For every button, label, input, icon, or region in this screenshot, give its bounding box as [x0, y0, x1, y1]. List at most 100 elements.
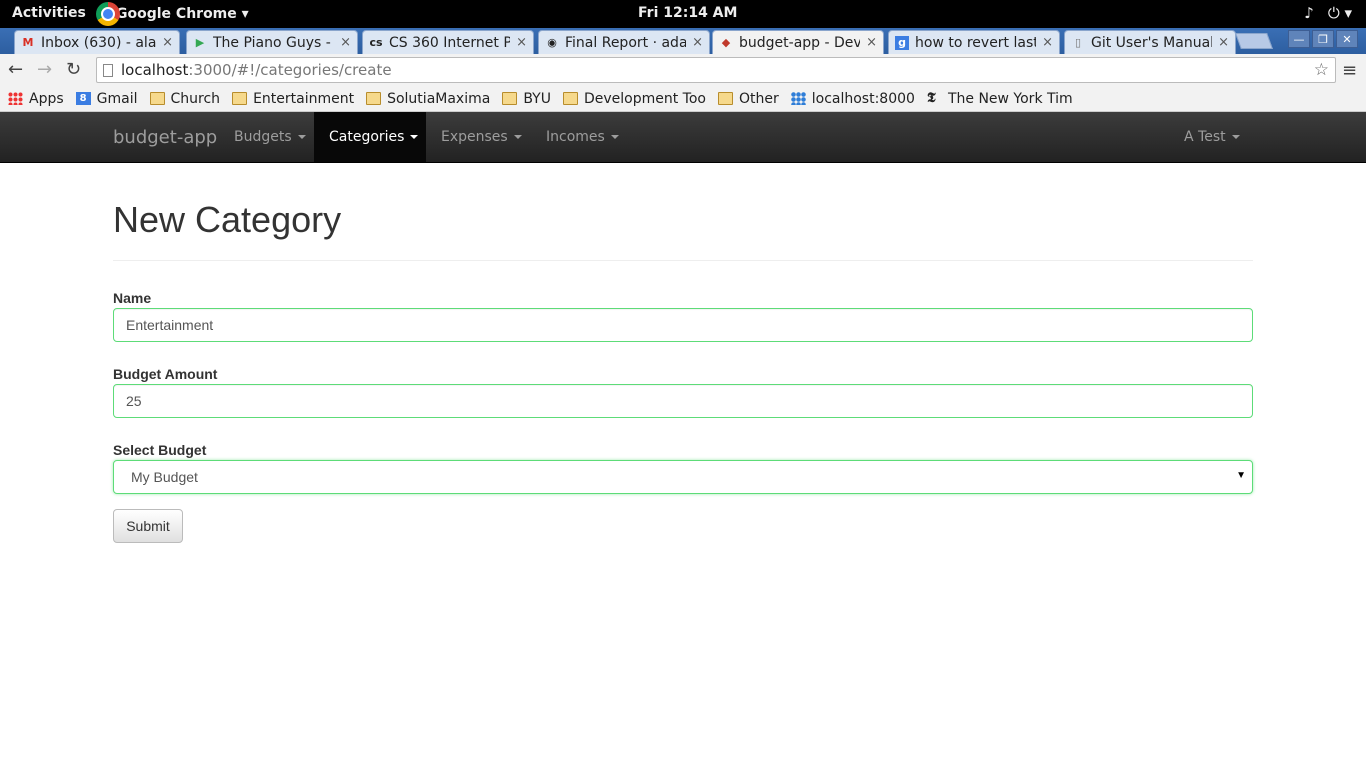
tab-gmail-inbox[interactable]: M Inbox (630) - alan × — [14, 30, 180, 54]
tab-close-icon[interactable]: × — [340, 35, 351, 50]
nav-label: Expenses — [441, 129, 508, 145]
page-header: New Category — [113, 199, 1253, 261]
bookmark-label: localhost:8000 — [811, 90, 915, 107]
bookmark-label: Apps — [29, 90, 64, 107]
nav-expenses-dropdown[interactable]: Expenses — [426, 112, 537, 162]
name-input[interactable]: Entertainment — [113, 308, 1253, 342]
clock[interactable]: Fri 12:14 AM — [638, 5, 737, 21]
tab-budget-app[interactable]: ◆ budget-app - Deve × — [712, 30, 884, 54]
navbar-brand[interactable]: budget-app — [113, 127, 217, 148]
tab-close-icon[interactable]: × — [1042, 35, 1053, 50]
back-arrow-icon[interactable]: ← — [8, 59, 23, 80]
power-icon[interactable]: ⏻ ▾ — [1328, 4, 1352, 22]
caret-down-icon — [610, 135, 619, 139]
budget-amount-label: Budget Amount — [113, 366, 218, 382]
tab-how-to-revert[interactable]: g how to revert last × — [888, 30, 1060, 54]
bookmarks-bar: Apps 8 Gmail Church Entertainment Solutia… — [0, 86, 1366, 112]
tab-cs360[interactable]: cs CS 360 Internet P × — [362, 30, 534, 54]
bookmark-star-icon[interactable]: ☆ — [1314, 60, 1329, 80]
tab-title: Git User's Manual — [1091, 34, 1213, 51]
bookmark-folder-byu[interactable]: BYU — [502, 91, 551, 107]
bookmark-nytimes[interactable]: 𝕿 The New York Tim — [927, 91, 1073, 107]
url-host: localhost — [121, 61, 189, 79]
folder-icon — [149, 92, 165, 105]
tab-close-icon[interactable]: × — [516, 35, 527, 50]
activities-button[interactable]: Activities — [12, 5, 86, 21]
maximize-icon[interactable]: ❐ — [1312, 30, 1334, 48]
dropdown-arrow-icon: ▼ — [1236, 470, 1246, 481]
bookmark-label: BYU — [523, 90, 551, 107]
gmail-favicon-icon: M — [22, 36, 34, 49]
page-favicon-icon: ▯ — [1074, 36, 1082, 49]
google-favicon-icon: g — [895, 35, 909, 50]
bookmark-folder-church[interactable]: Church — [149, 90, 221, 107]
caret-down-icon — [410, 135, 419, 139]
tab-git-manual[interactable]: ▯ Git User's Manual × — [1064, 30, 1236, 54]
nav-incomes-dropdown[interactable]: Incomes — [531, 112, 634, 162]
forward-arrow-icon[interactable]: → — [37, 59, 52, 80]
minimize-icon[interactable]: — — [1288, 30, 1310, 48]
bookmark-folder-entertainment[interactable]: Entertainment — [232, 91, 354, 107]
play-store-favicon-icon: ▶ — [195, 36, 205, 49]
tab-close-icon[interactable]: × — [162, 35, 173, 50]
address-bar[interactable]: localhost:3000/#!/categories/create ☆ — [96, 57, 1336, 83]
chrome-logo-icon — [96, 2, 120, 26]
system-top-bar: Activities Google Chrome ▾ Fri 12:14 AM … — [0, 0, 1366, 28]
chrome-menu-icon[interactable]: ≡ — [1342, 60, 1357, 81]
bookmark-folder-other[interactable]: Other — [717, 90, 779, 107]
caret-down-icon — [513, 135, 522, 139]
user-menu-dropdown[interactable]: A Test — [1169, 112, 1255, 162]
app-menu-label: Google Chrome ▾ — [116, 6, 249, 22]
window-controls: — ❐ ✕ — [1288, 30, 1358, 48]
dots-icon — [790, 92, 806, 105]
tab-title: Inbox (630) - alan — [41, 34, 157, 51]
caret-down-icon — [1231, 135, 1240, 139]
bookmark-folder-solutiamaxima[interactable]: SolutiaMaxima — [366, 91, 490, 107]
shield-favicon-icon: ◆ — [721, 36, 731, 49]
bookmark-apps[interactable]: Apps — [8, 91, 64, 107]
github-favicon-icon: ◉ — [547, 36, 557, 49]
app-navbar: budget-app Budgets Categories Expenses I… — [0, 112, 1366, 163]
tab-final-report[interactable]: ◉ Final Report · aday × — [538, 30, 710, 54]
bookmark-label: Gmail — [96, 90, 138, 107]
app-menu[interactable]: Google Chrome ▾ — [96, 0, 249, 28]
select-budget-dropdown[interactable]: My Budget ▼ — [113, 460, 1253, 494]
page-icon — [103, 63, 113, 77]
nyt-logo-icon: 𝕿 — [926, 90, 936, 106]
tab-title: The Piano Guys - A — [213, 34, 335, 51]
reload-icon[interactable]: ↻ — [66, 59, 81, 80]
bookmark-localhost[interactable]: localhost:8000 — [790, 90, 915, 107]
nav-categories-dropdown[interactable]: Categories — [314, 112, 426, 162]
bookmark-folder-development[interactable]: Development Too — [562, 91, 706, 107]
url-path: :3000/#!/categories/create — [188, 61, 392, 79]
nav-budgets-dropdown[interactable]: Budgets — [219, 112, 321, 162]
page-title: New Category — [113, 199, 342, 240]
system-status-area[interactable]: ♪ ⏻ ▾ — [1304, 4, 1352, 22]
google-icon: 8 — [75, 92, 91, 105]
budget-amount-input[interactable]: 25 — [113, 384, 1253, 418]
cs-favicon-icon: cs — [369, 36, 383, 49]
caret-down-icon — [297, 135, 306, 139]
bookmark-label: Other — [738, 90, 779, 107]
new-tab-button[interactable] — [1235, 33, 1273, 49]
close-window-icon[interactable]: ✕ — [1336, 30, 1358, 48]
tab-piano-guys[interactable]: ▶ The Piano Guys - A × — [186, 30, 358, 54]
user-name: A Test — [1184, 129, 1226, 145]
bookmark-gmail[interactable]: 8 Gmail — [75, 90, 138, 107]
tab-close-icon[interactable]: × — [866, 35, 877, 50]
tab-title: budget-app - Deve — [739, 34, 861, 51]
budget-amount-value: 25 — [126, 393, 142, 409]
tab-close-icon[interactable]: × — [692, 35, 703, 50]
folder-icon — [717, 92, 733, 105]
folder-icon — [232, 92, 248, 105]
volume-icon[interactable]: ♪ — [1304, 4, 1314, 22]
apps-grid-icon — [8, 92, 23, 105]
submit-button[interactable]: Submit — [113, 509, 183, 543]
tab-close-icon[interactable]: × — [1218, 35, 1229, 50]
folder-icon — [502, 92, 518, 105]
folder-icon — [366, 92, 382, 105]
nav-label: Budgets — [234, 129, 292, 145]
bookmark-label: Church — [170, 90, 221, 107]
tab-strip: M Inbox (630) - alan × ▶ The Piano Guys … — [0, 28, 1366, 54]
folder-icon — [562, 92, 578, 105]
